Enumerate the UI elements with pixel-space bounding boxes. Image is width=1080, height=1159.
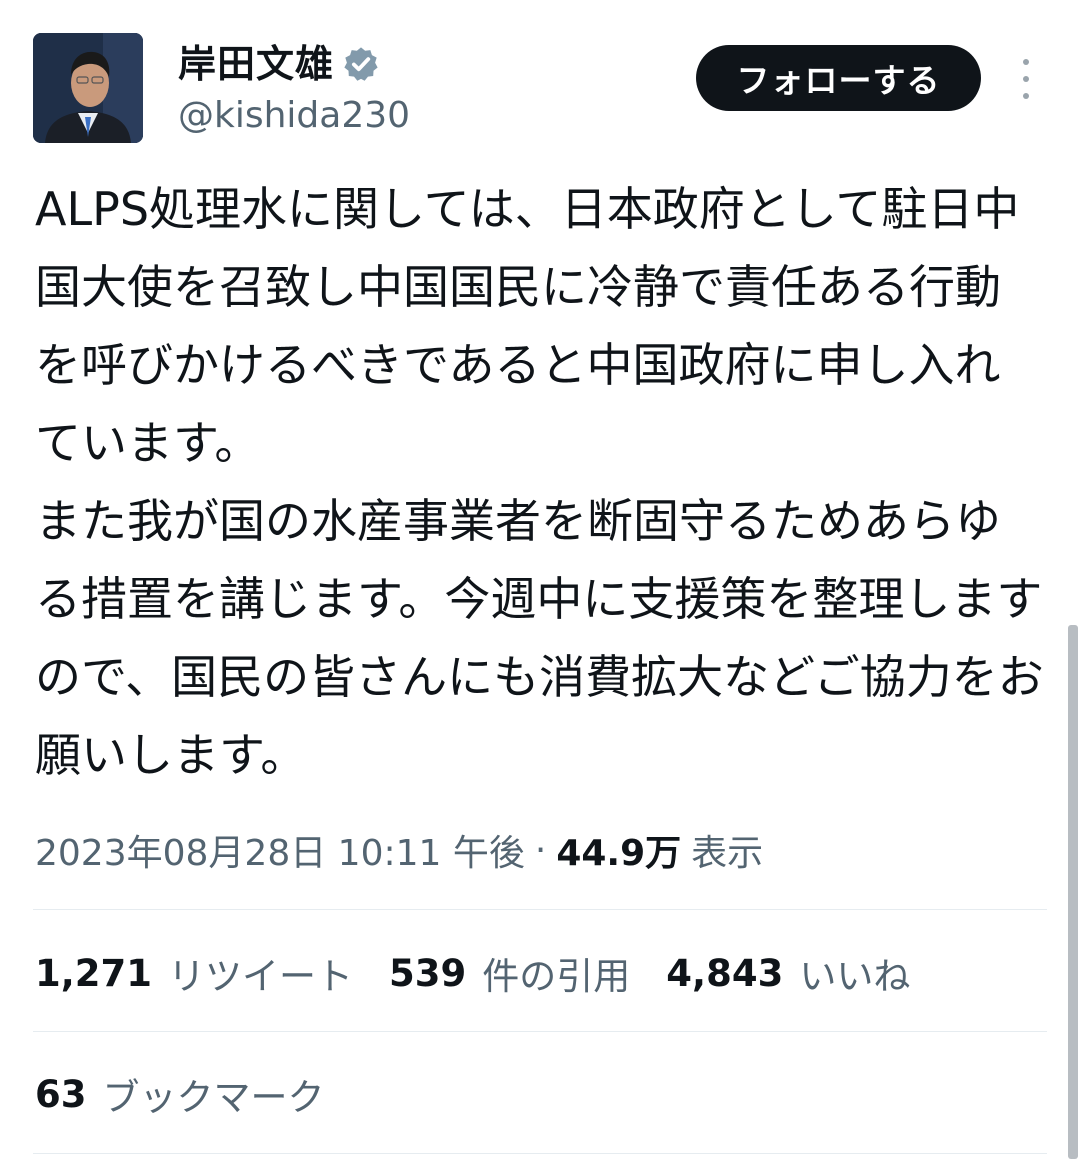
views-label: 表示 [691, 833, 764, 874]
more-dot [1023, 76, 1029, 82]
tweet-meta: 2023年08月28日 10:11 午後 · 44.9万 表示 [35, 820, 763, 880]
retweets-count: 1,271 [35, 951, 153, 995]
quotes-stat[interactable]: 539 件の引用 [389, 946, 630, 1000]
author-info: 岸田文雄 @kishida230 [178, 39, 410, 141]
divider [33, 1031, 1047, 1032]
display-name[interactable]: 岸田文雄 [178, 39, 334, 89]
more-dot [1023, 93, 1029, 99]
likes-label: いいね [799, 955, 911, 998]
likes-stat[interactable]: 4,843 いいね [666, 946, 910, 1000]
author-handle[interactable]: @kishida230 [178, 91, 410, 141]
engagement-stats: 1,271 リツイート 539 件の引用 4,843 いいね [35, 943, 946, 1003]
display-name-row: 岸田文雄 [178, 39, 410, 89]
views-count: 44.9万 [556, 833, 682, 874]
tweet-timestamp[interactable]: 2023年08月28日 10:11 午後 [35, 824, 525, 876]
bookmarks-stat[interactable]: 63 ブックマーク [35, 1064, 325, 1124]
tweet-header: 岸田文雄 @kishida230 フォローする [33, 33, 1048, 145]
divider [33, 1153, 1047, 1154]
retweets-label: リツイート [168, 955, 354, 998]
verified-badge-icon [342, 45, 380, 83]
bookmarks-label: ブックマーク [102, 1076, 325, 1119]
quotes-label: 件の引用 [482, 955, 631, 998]
scrollbar[interactable] [1068, 625, 1078, 1159]
likes-count: 4,843 [666, 951, 784, 995]
avatar-photo [33, 33, 143, 143]
tweet-text: ALPS処理水に関しては、日本政府として駐日中国大使を召致し中国国民に冷静で責任… [35, 182, 1044, 782]
more-dot [1023, 59, 1029, 65]
bookmarks-count: 63 [35, 1072, 87, 1116]
retweets-stat[interactable]: 1,271 リツイート [35, 946, 353, 1000]
avatar[interactable] [33, 33, 143, 143]
divider [33, 909, 1047, 910]
quotes-count: 539 [389, 951, 467, 995]
more-vertical-icon[interactable] [1011, 59, 1041, 99]
meta-separator: · [534, 829, 547, 871]
follow-button[interactable]: フォローする [696, 45, 981, 111]
